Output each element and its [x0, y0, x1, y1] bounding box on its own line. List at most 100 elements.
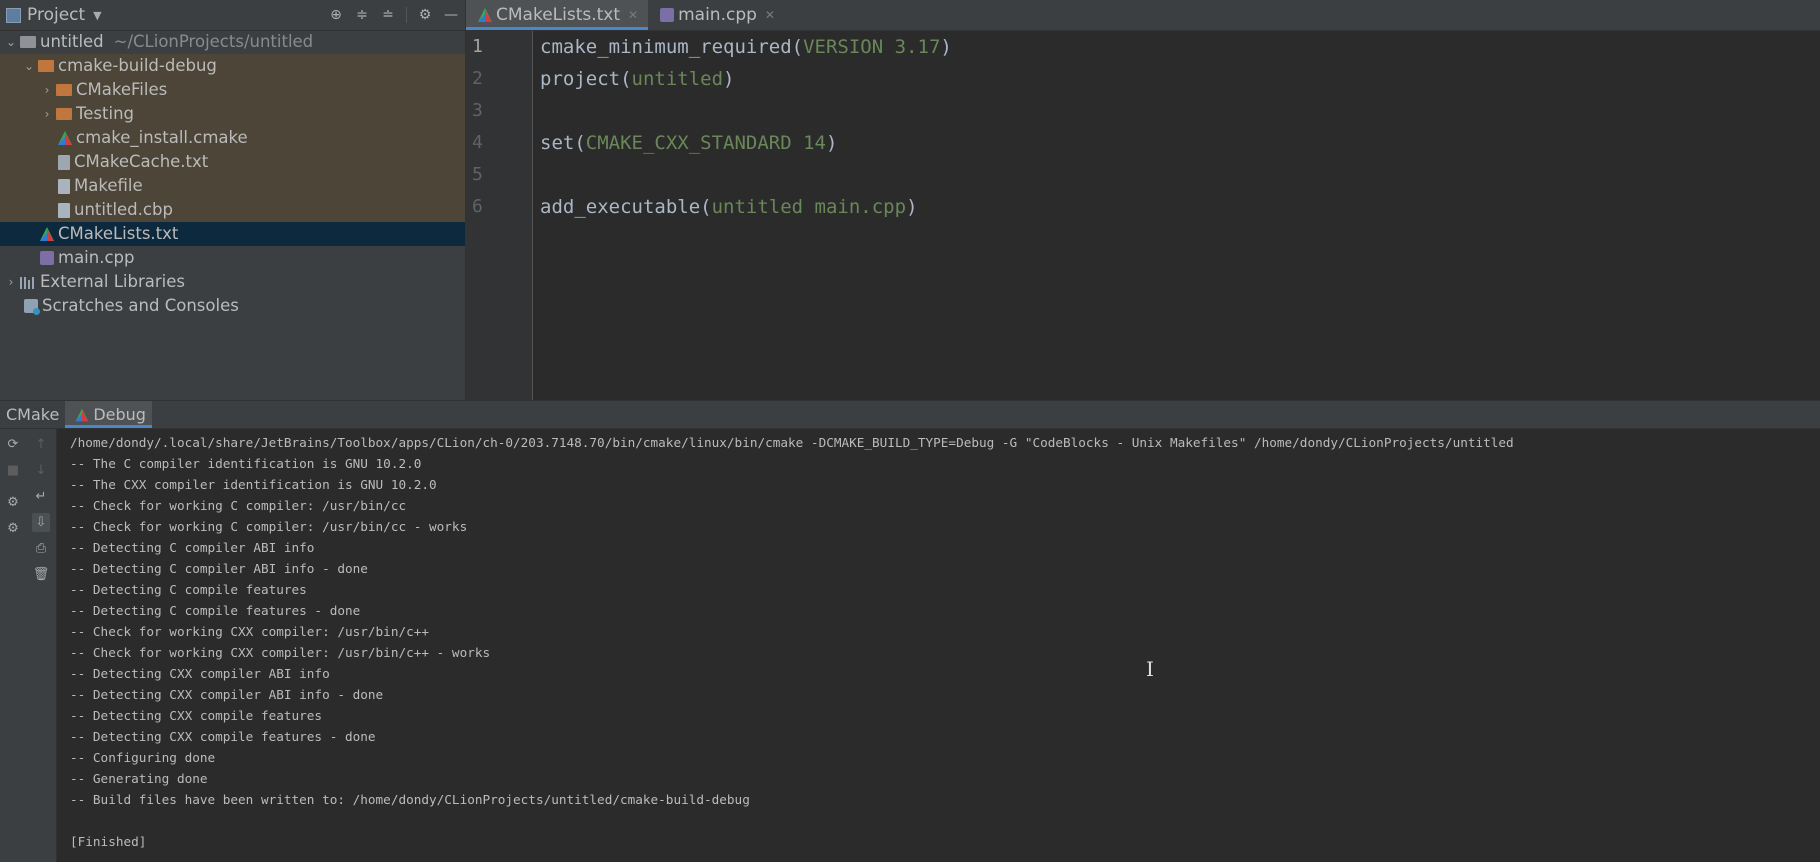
tree-item-label: CMakeCache.txt [74, 152, 209, 171]
code-line[interactable] [540, 95, 1820, 127]
arrow-up-icon[interactable]: ↑ [32, 435, 50, 454]
tab-label: main.cpp [678, 5, 757, 25]
text-file-icon [58, 178, 70, 194]
console-line: -- Configuring done [70, 750, 216, 765]
console-line: -- Detecting CXX compiler ABI info - don… [70, 687, 384, 702]
tree-item-cmake-install[interactable]: cmake_install.cmake [0, 126, 465, 150]
chevron-down-icon[interactable]: ⌄ [22, 54, 36, 78]
tree-item-cmake-build-debug[interactable]: ⌄ cmake-build-debug [0, 54, 465, 78]
console-output[interactable]: /home/dondy/.local/share/JetBrains/Toolb… [70, 429, 1820, 862]
toolbar-column-right: ↑ ↓ ↵ ⇩ ⎙ 🗑 [30, 435, 52, 584]
project-view-selector[interactable]: Project [27, 5, 85, 25]
console-line: -- Check for working CXX compiler: /usr/… [70, 645, 491, 660]
console-line: -- Check for working C compiler: /usr/bi… [70, 519, 468, 534]
code-argument: VERSION 3.17 [803, 36, 941, 58]
console-line: -- Detecting CXX compiler ABI info [70, 666, 330, 681]
project-path: ~/CLionProjects/untitled [113, 32, 314, 51]
code-line[interactable]: project(untitled) [540, 63, 1820, 95]
arrow-down-icon[interactable]: ↓ [32, 461, 50, 480]
code-area[interactable]: cmake_minimum_required(VERSION 3.17) pro… [540, 31, 1820, 400]
cpp-file-icon [40, 251, 54, 265]
code-line[interactable]: cmake_minimum_required(VERSION 3.17) [540, 31, 1820, 63]
reload-icon[interactable]: ⟳ [4, 435, 22, 454]
tree-item-untitled[interactable]: ⌄ untitled ~/CLionProjects/untitled [0, 30, 465, 54]
code-line[interactable]: add_executable(untitled main.cpp) [540, 191, 1820, 223]
tree-item-label: untitled.cbp [74, 200, 173, 219]
close-icon[interactable]: ✕ [628, 8, 638, 22]
tab-debug[interactable]: Debug [65, 401, 152, 428]
soft-wrap-icon[interactable]: ↵ [32, 487, 50, 506]
hide-panel-icon[interactable]: — [443, 7, 459, 23]
code-function: project( [540, 68, 632, 90]
console-line: [Finished] [70, 834, 147, 849]
text-cursor-icon: I [1146, 657, 1154, 681]
trash-icon[interactable]: 🗑 [32, 565, 50, 584]
locate-file-icon[interactable]: ⊕ [328, 7, 344, 23]
cmake-file-icon [478, 8, 492, 22]
console-line: -- Detecting CXX compile features - done [70, 729, 376, 744]
console-line: -- Generating done [70, 771, 208, 786]
cmake-file-icon [76, 408, 89, 421]
folder-icon [56, 84, 72, 96]
tree-item-external-libraries[interactable]: › External Libraries [0, 270, 465, 294]
folder-icon [38, 60, 54, 72]
tree-item-makefile[interactable]: Makefile [0, 174, 465, 198]
tree-item-main-cpp[interactable]: main.cpp [0, 246, 465, 270]
cpp-file-icon [660, 8, 675, 22]
tree-item-cmakefiles[interactable]: › CMakeFiles [0, 78, 465, 102]
gear-icon[interactable]: ⚙ [4, 519, 22, 538]
console-line: -- Check for working C compiler: /usr/bi… [70, 498, 407, 513]
cmake-file-icon [58, 131, 72, 145]
tree-item-label: External Libraries [40, 272, 185, 291]
folder-icon [56, 108, 72, 120]
tab-main-cpp[interactable]: main.cpp ✕ [648, 0, 785, 30]
tree-item-label: main.cpp [58, 248, 135, 267]
console-line: -- Detecting C compiler ABI info [70, 540, 315, 555]
tree-item-testing[interactable]: › Testing [0, 102, 465, 126]
tree-item-cmakecache[interactable]: CMakeCache.txt [0, 150, 465, 174]
text-file-icon [58, 202, 70, 218]
scroll-to-end-icon[interactable]: ⇩ [32, 513, 50, 532]
tree-item-scratches[interactable]: Scratches and Consoles [0, 294, 465, 318]
project-tool-window: Project ▼ ⊕ ≑ ≐ ⚙ — ⌄ untitled ~/CLionPr… [0, 0, 466, 400]
stop-icon[interactable]: ■ [4, 461, 22, 480]
line-number: 1 [472, 36, 483, 57]
collapse-all-icon[interactable]: ≐ [380, 7, 396, 23]
console-line: -- Detecting C compile features - done [70, 603, 361, 618]
tree-item-label: cmake_install.cmake [76, 128, 248, 147]
project-header: Project ▼ ⊕ ≑ ≐ ⚙ — [0, 0, 465, 31]
close-icon[interactable]: ✕ [765, 8, 775, 22]
code-line[interactable] [540, 159, 1820, 191]
tab-cmakelists[interactable]: CMakeLists.txt ✕ [466, 0, 649, 30]
console-line: -- Check for working CXX compiler: /usr/… [70, 624, 430, 639]
code-function: cmake_minimum_required( [540, 36, 804, 58]
tree-item-label: cmake-build-debug [58, 56, 217, 75]
console-line: -- Build files have been written to: /ho… [70, 792, 750, 807]
line-number: 3 [472, 100, 483, 121]
editor-tab-bar: CMakeLists.txt ✕ main.cpp ✕ [466, 0, 1820, 31]
console-line: -- Detecting C compile features [70, 582, 307, 597]
tab-label: CMakeLists.txt [496, 5, 621, 25]
line-number: 5 [472, 164, 483, 185]
console-line: -- The CXX compiler identification is GN… [70, 477, 437, 492]
code-argument: CMAKE_CXX_STANDARD 14 [585, 132, 826, 154]
gear-icon[interactable]: ⚙ [417, 7, 433, 23]
chevron-right-icon[interactable]: › [40, 102, 54, 126]
chevron-right-icon[interactable]: › [40, 78, 54, 102]
chevron-down-icon[interactable]: ▼ [93, 9, 101, 22]
console-line: -- Detecting CXX compile features [70, 708, 323, 723]
cmake-settings-icon[interactable]: ⚙ [4, 493, 22, 512]
code-paren: ) [906, 196, 918, 218]
chevron-right-icon[interactable]: › [4, 270, 18, 294]
expand-all-icon[interactable]: ≑ [354, 7, 370, 23]
tree-item-untitled-cbp[interactable]: untitled.cbp [0, 198, 465, 222]
print-icon[interactable]: ⎙ [32, 539, 50, 558]
tab-cmake[interactable]: CMake [0, 401, 65, 428]
tree-item-cmakelists[interactable]: CMakeLists.txt [0, 222, 465, 246]
project-tree: ⌄ untitled ~/CLionProjects/untitled ⌄ cm… [0, 30, 465, 318]
code-line[interactable]: set(CMAKE_CXX_STANDARD 14) [540, 127, 1820, 159]
chevron-down-icon[interactable]: ⌄ [4, 30, 18, 54]
cmake-tool-window: CMake Debug ⟳ ■ ⚙ ⚙ ↑ ↓ ↵ ⇩ ⎙ 🗑 /home/do… [0, 400, 1820, 862]
console-toolbar: ⟳ ■ ⚙ ⚙ ↑ ↓ ↵ ⇩ ⎙ 🗑 [0, 429, 57, 862]
config-file-icon [58, 154, 70, 170]
